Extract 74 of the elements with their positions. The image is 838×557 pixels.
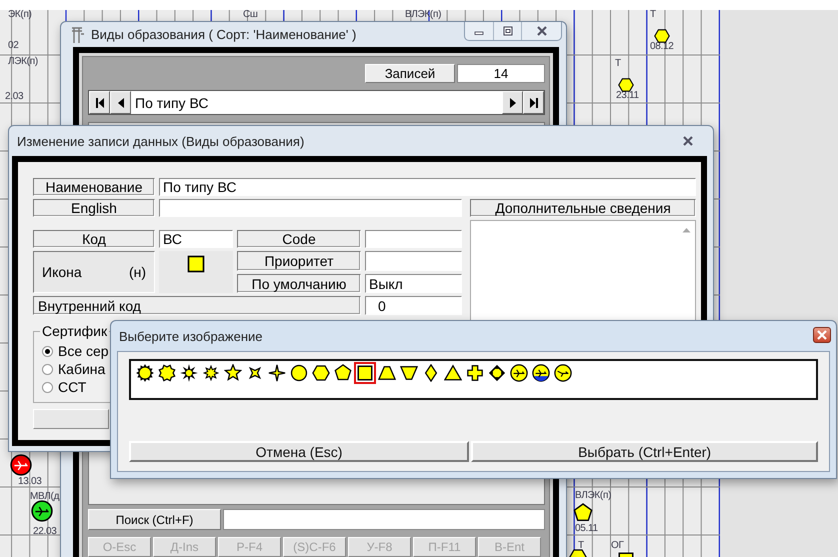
icon-label: Икона <box>42 264 82 280</box>
cross-icon[interactable] <box>464 362 486 384</box>
schedule-label: Т <box>578 541 584 551</box>
radio-label: Все сер <box>58 343 109 359</box>
schedule-label: 2.03 <box>5 92 24 102</box>
field-label: Приоритет <box>237 251 361 271</box>
maximize-icon[interactable] <box>500 26 514 36</box>
field-label: Код <box>33 230 155 248</box>
next-record-icon[interactable] <box>502 91 523 114</box>
field-label: Наименование <box>33 178 155 196</box>
internal-code-field[interactable]: 0 <box>365 296 462 315</box>
schedule-label: 22.03 <box>33 527 57 537</box>
notes-header: Дополнительные сведения <box>470 199 696 217</box>
english-field[interactable] <box>159 199 462 217</box>
radio-label: ССТ <box>58 379 86 395</box>
priority-field[interactable] <box>365 251 462 271</box>
square-icon[interactable] <box>354 362 376 384</box>
schedule-label: Т <box>650 10 656 20</box>
dialog-button[interactable]: Отмена (Esc) <box>129 441 470 462</box>
schedule-label: 08.12 <box>650 42 674 52</box>
burst-icon[interactable] <box>178 362 200 384</box>
schedule-label: 23.11 <box>616 91 639 101</box>
octagram-icon[interactable] <box>156 362 178 384</box>
radio-label: Кабина <box>58 361 106 377</box>
field-label: Внутренний код <box>33 296 361 315</box>
last-record-icon[interactable] <box>523 91 544 114</box>
button[interactable] <box>33 409 109 429</box>
records-count: 14 <box>457 64 545 83</box>
field-label: Code <box>237 230 361 248</box>
circle-icon[interactable] <box>288 362 310 384</box>
first-record-icon[interactable] <box>89 91 110 114</box>
window-icon <box>69 26 85 44</box>
plane-water-circle-icon[interactable] <box>530 362 552 384</box>
dialog-button[interactable]: Выбрать (Ctrl+Enter) <box>471 441 818 462</box>
group-label: Сертифик <box>40 323 110 339</box>
schedule-label: 13.03 <box>18 477 42 487</box>
square-icon[interactable] <box>186 254 206 274</box>
name-field[interactable]: По типу ВС <box>159 178 696 196</box>
sun-icon[interactable] <box>134 362 156 384</box>
code-field[interactable]: ВС <box>159 230 233 248</box>
schedule-label: ОГ <box>611 541 624 551</box>
search-field[interactable] <box>223 509 545 530</box>
schedule-label: ВЛЭК(п) <box>575 491 612 501</box>
code-en-field[interactable] <box>365 230 462 248</box>
radio-button[interactable] <box>42 364 53 374</box>
four-point-star-icon[interactable] <box>266 362 288 384</box>
search-button[interactable]: Поиск (Ctrl+F) <box>88 509 221 530</box>
diamond-octagon-icon[interactable] <box>486 362 508 384</box>
schedule-label: 05.11 <box>575 524 598 534</box>
window-title: Изменение записи данных (Виды образования) <box>17 134 304 148</box>
plane-arrow-circle-icon[interactable] <box>552 362 574 384</box>
schedule-label: ЛЭК(п) <box>8 57 38 67</box>
current-record: По типу ВС <box>134 94 210 113</box>
window-title: Выберите изображение <box>119 328 262 344</box>
schedule-label: 02 <box>8 41 19 51</box>
default-field[interactable]: Выкл <box>365 274 462 293</box>
icon-list[interactable] <box>129 359 818 400</box>
records-label: Записей <box>365 64 455 83</box>
plane-circle-icon[interactable] <box>508 362 530 384</box>
window-title: Виды образования ( Сорт: 'Наименование' ) <box>91 27 356 42</box>
hint-text: (н) <box>128 264 146 280</box>
radio-button[interactable] <box>42 382 53 392</box>
schedule-label: Сш <box>243 10 258 20</box>
schedule-label: ЭК(п) <box>8 10 32 20</box>
field-label: English <box>33 199 155 217</box>
field-label: По умолчанию <box>237 274 361 293</box>
previous-record-icon[interactable] <box>110 91 131 114</box>
notes-field[interactable] <box>470 220 696 321</box>
close-icon[interactable] <box>681 136 695 146</box>
schedule-label: МВЛ(д <box>30 492 60 502</box>
close-icon[interactable] <box>534 26 548 36</box>
radio-button[interactable] <box>42 346 53 356</box>
schedule-label: Т <box>615 59 621 69</box>
close-button[interactable] <box>813 327 831 343</box>
